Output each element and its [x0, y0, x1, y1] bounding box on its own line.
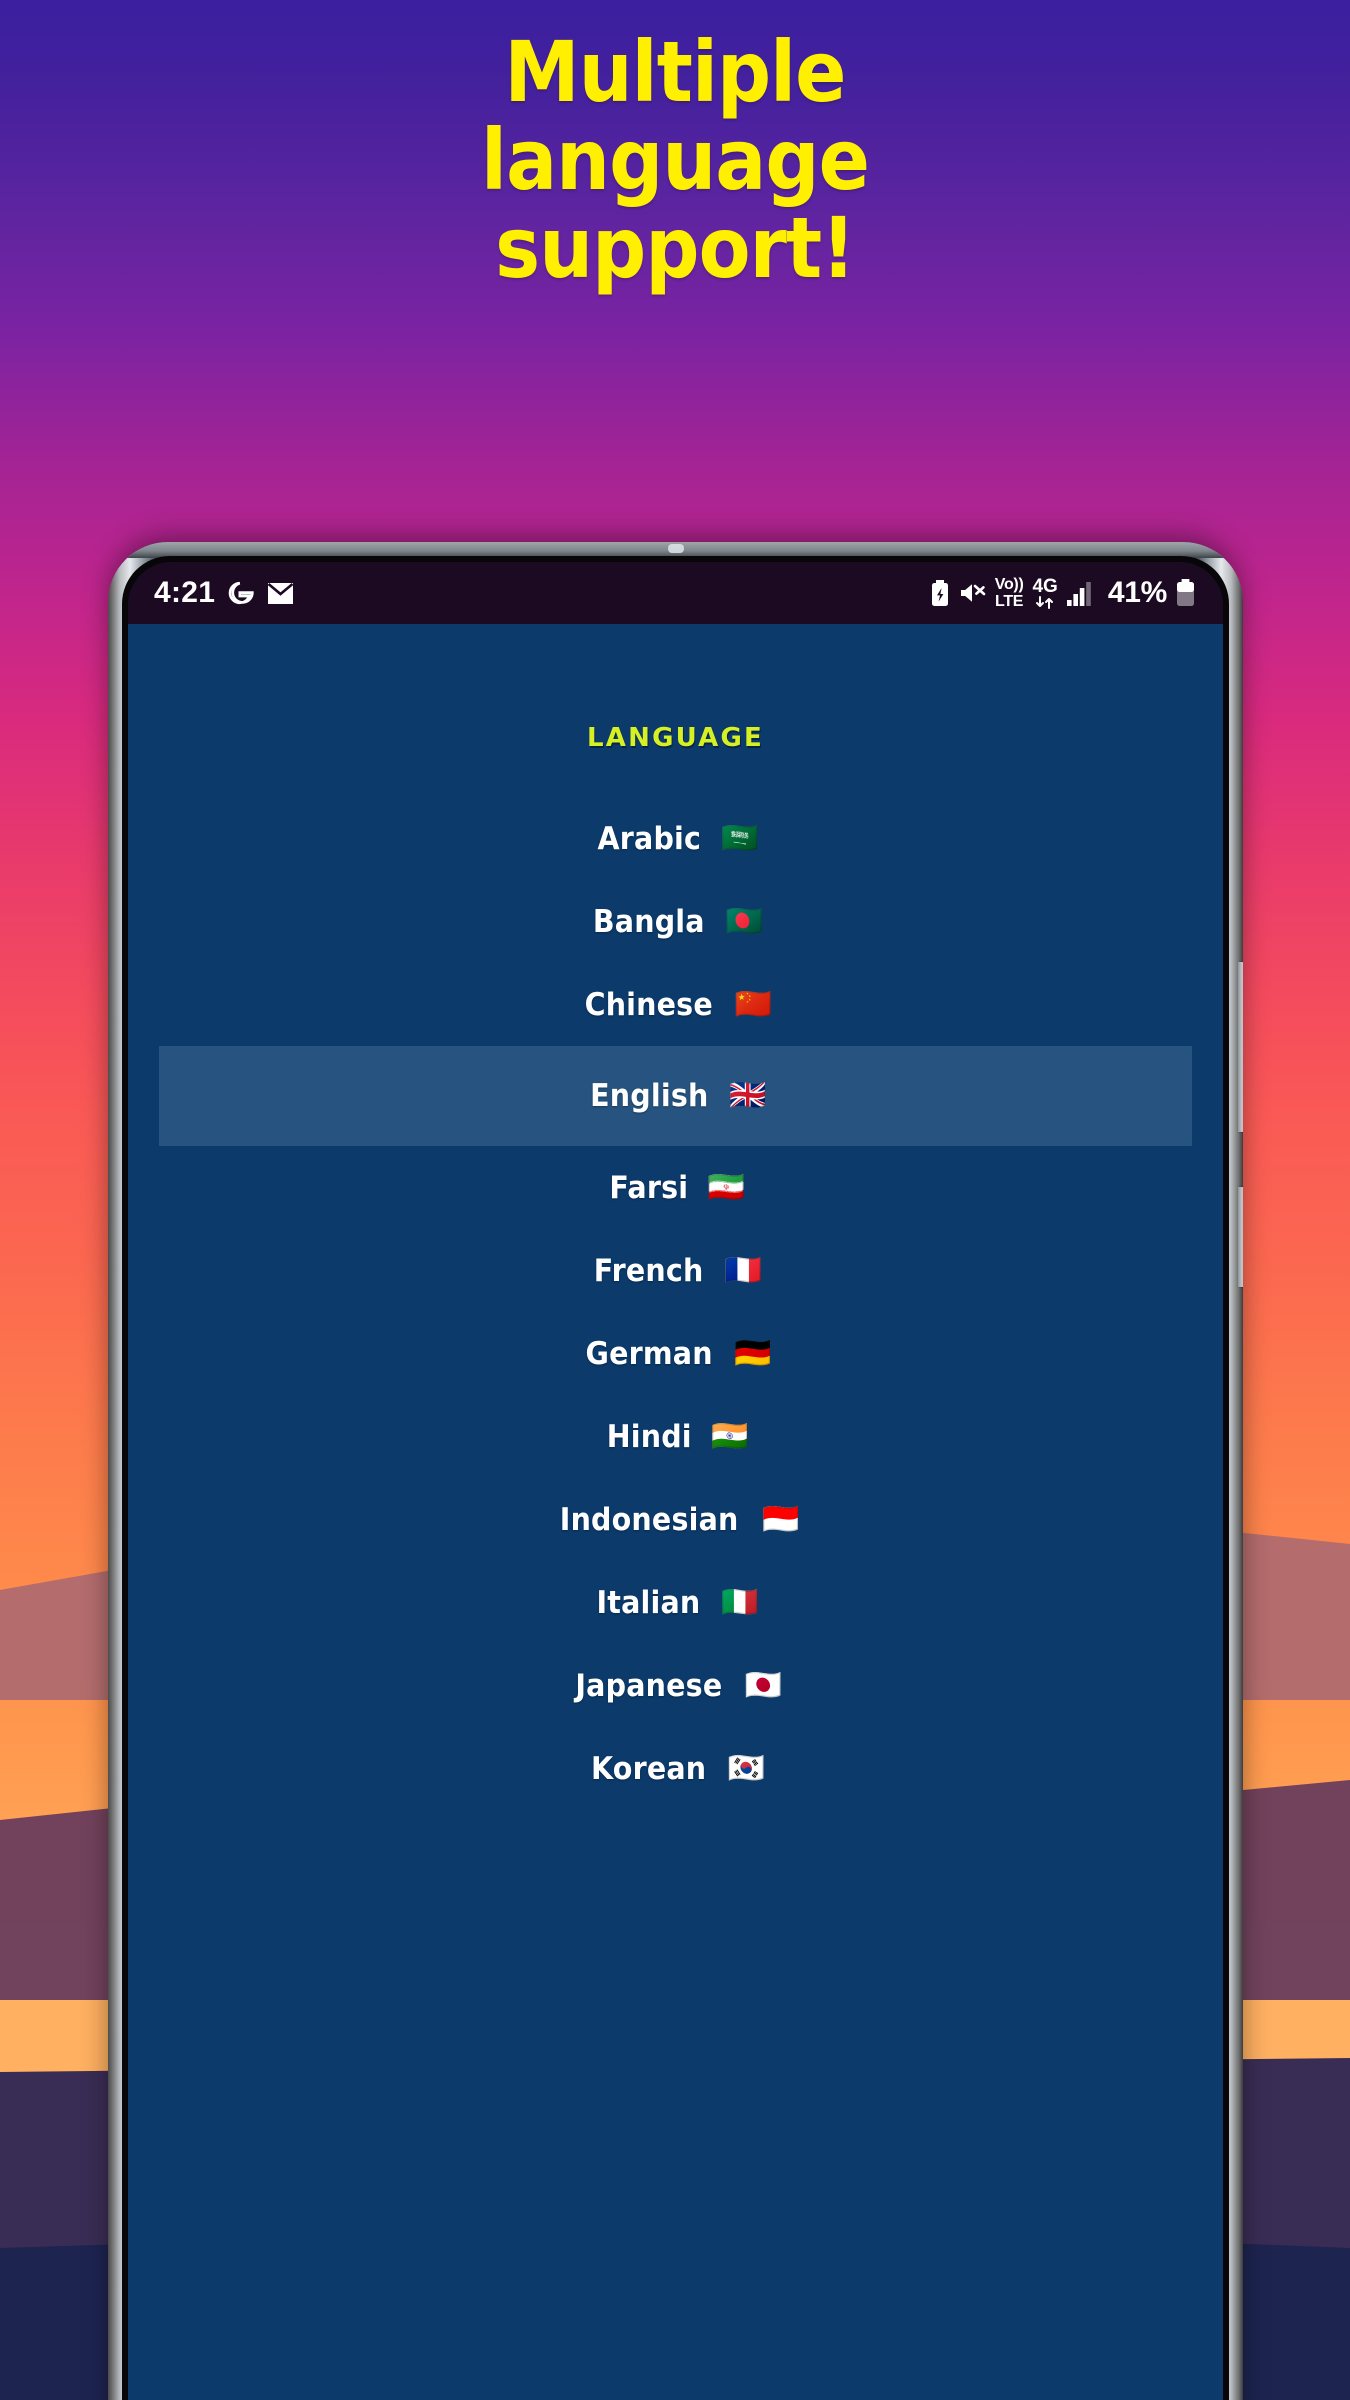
language-label: Italian	[596, 1584, 701, 1621]
language-row-english[interactable]: English 🇬🇧	[159, 1046, 1192, 1146]
volte-icon: Vo)) LTE	[994, 575, 1024, 610]
battery-percent-label: 41%	[1107, 576, 1167, 609]
language-row-farsi[interactable]: Farsi 🇮🇷	[128, 1146, 1223, 1229]
language-label: Korean	[591, 1750, 707, 1787]
language-row-bangla[interactable]: Bangla 🇧🇩	[128, 880, 1223, 963]
battery-saver-icon	[931, 579, 949, 607]
language-label: Indonesian	[559, 1501, 739, 1538]
language-row-hindi[interactable]: Hindi 🇮🇳	[128, 1395, 1223, 1478]
language-list: Arabic 🇸🇦 Bangla 🇧🇩 Chinese 🇨🇳 English 🇬…	[128, 797, 1223, 1810]
language-row-arabic[interactable]: Arabic 🇸🇦	[128, 797, 1223, 880]
network-generation-label: 4G	[1032, 576, 1058, 597]
status-clock: 4:21	[154, 576, 216, 609]
language-label: Arabic	[597, 820, 701, 857]
language-settings-screen: LANGUAGE Arabic 🇸🇦 Bangla 🇧🇩 Chinese	[128, 624, 1223, 2400]
language-label: German	[585, 1335, 713, 1372]
flag-icon-bd: 🇧🇩	[725, 903, 763, 939]
language-label: Chinese	[584, 986, 713, 1023]
flag-icon-it: 🇮🇹	[721, 1584, 759, 1620]
status-bar: 4:21 Vo)) LTE 4G 41%	[128, 562, 1223, 624]
data-transfer-arrows-icon	[1036, 596, 1054, 609]
earpiece-speaker	[667, 544, 684, 553]
phone-screen-bezel: 4:21 Vo)) LTE 4G 41% language Arabic 🇸🇦 …	[122, 556, 1229, 2400]
language-label: Japanese	[575, 1667, 723, 1704]
flag-icon-kr: 🇰🇷	[727, 1750, 765, 1786]
language-row-indonesian[interactable]: Indonesian 🇮🇩	[128, 1478, 1223, 1561]
promo-headline: Multiple language support!	[68, 28, 1283, 292]
language-label: French	[593, 1252, 704, 1289]
headline-line-1: Multiple	[504, 23, 846, 121]
flag-icon-sa: 🇸🇦	[721, 820, 759, 856]
flag-icon-jp: 🇯🇵	[744, 1667, 783, 1703]
flag-icon-id: 🇮🇩	[761, 1501, 800, 1537]
phone-screen: 4:21 Vo)) LTE 4G 41% language Arabic 🇸🇦 …	[128, 562, 1223, 2400]
status-bar-right: Vo)) LTE 4G 41%	[931, 576, 1195, 610]
status-bar-left: 4:21	[154, 576, 294, 610]
page-title: LANGUAGE	[587, 712, 764, 755]
flag-icon-in: 🇮🇳	[711, 1418, 749, 1454]
battery-icon	[1176, 579, 1195, 607]
headline-line-2: language	[481, 111, 870, 209]
language-row-chinese[interactable]: Chinese 🇨🇳	[128, 963, 1223, 1046]
language-row-korean[interactable]: Korean 🇰🇷	[128, 1727, 1223, 1810]
gmail-envelope-icon	[267, 582, 294, 605]
network-4g-icon: 4G	[1032, 576, 1058, 609]
language-row-german[interactable]: German 🇩🇪	[128, 1312, 1223, 1395]
volte-line-1: Vo))	[994, 575, 1024, 593]
language-row-french[interactable]: French 🇫🇷	[128, 1229, 1223, 1312]
language-label: Hindi	[606, 1418, 692, 1455]
language-label: English	[589, 1078, 708, 1114]
mute-icon	[958, 581, 986, 605]
power-button[interactable]	[1238, 1187, 1243, 1287]
headline-line-3: support!	[495, 199, 856, 297]
flag-icon-cn: 🇨🇳	[734, 986, 772, 1022]
flag-icon-de: 🇩🇪	[733, 1335, 772, 1371]
language-label: Bangla	[592, 903, 705, 940]
flag-icon-gb: 🇬🇧	[729, 1078, 767, 1113]
language-label: Farsi	[609, 1169, 689, 1206]
volte-line-2: LTE	[995, 592, 1024, 610]
google-g-icon	[228, 580, 254, 606]
flag-icon-fr: 🇫🇷	[724, 1252, 762, 1288]
language-row-japanese[interactable]: Japanese 🇯🇵	[128, 1644, 1223, 1727]
volume-rocker-button[interactable]	[1238, 962, 1243, 1132]
flag-icon-ir: 🇮🇷	[707, 1169, 745, 1205]
signal-bars-icon	[1066, 581, 1094, 606]
promo-screenshot: Multiple language support! 4:21 Vo)) LTE…	[0, 0, 1350, 2400]
language-row-italian[interactable]: Italian 🇮🇹	[128, 1561, 1223, 1644]
phone-mockup: 4:21 Vo)) LTE 4G 41% language Arabic 🇸🇦 …	[108, 542, 1243, 2400]
